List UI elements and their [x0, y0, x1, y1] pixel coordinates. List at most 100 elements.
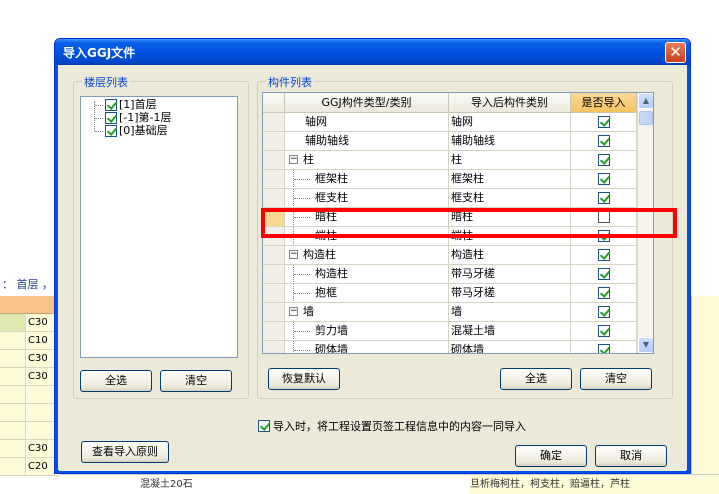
component-type-cell[interactable]: 框架柱	[285, 170, 449, 189]
component-row[interactable]: 抱框 带马牙槎	[263, 284, 637, 303]
component-type-label: 辅助轴线	[305, 134, 349, 147]
import-checkbox[interactable]	[597, 135, 610, 147]
component-type-cell[interactable]: − 构造柱	[285, 246, 449, 265]
import-cell	[571, 303, 637, 322]
component-row[interactable]: 端柱 端柱	[263, 227, 637, 246]
component-type-cell[interactable]: 构造柱	[285, 265, 449, 284]
column-header-after-import[interactable]: 导入后构件类别	[449, 93, 571, 113]
row-header[interactable]	[263, 265, 285, 284]
component-list-group: 构件列表 GGJ构件类型/类别 导入后构件类别 是否导入 轴网 轴网 辅助轴线 辅助轴…	[257, 74, 673, 399]
collapse-icon[interactable]: −	[289, 307, 298, 316]
scroll-up-button[interactable]: ▲	[638, 93, 653, 109]
scroll-down-button[interactable]: ▼	[638, 337, 653, 353]
view-import-rules-button[interactable]: 查看导入原则	[81, 441, 169, 463]
floor-item[interactable]: [0]基础层	[105, 124, 168, 138]
component-select-all-button[interactable]: 全选	[500, 368, 572, 390]
after-import-type-cell[interactable]: 辅助轴线	[449, 132, 571, 151]
import-checkbox[interactable]	[597, 249, 610, 261]
after-import-type-cell[interactable]: 柱	[449, 151, 571, 170]
after-import-type-cell[interactable]: 带马牙槎	[449, 284, 571, 303]
row-header[interactable]	[263, 246, 285, 265]
component-type-cell[interactable]: 框支柱	[285, 189, 449, 208]
row-header[interactable]	[263, 151, 285, 170]
component-row[interactable]: 轴网 轴网	[263, 113, 637, 132]
dialog-titlebar[interactable]: 导入GGJ文件 ✕	[55, 39, 690, 65]
component-type-cell[interactable]: 抱框	[285, 284, 449, 303]
after-import-type-cell[interactable]: 端柱	[449, 227, 571, 246]
component-row[interactable]: − 柱柱	[263, 151, 637, 170]
after-import-type-cell[interactable]: 混凝土墙	[449, 322, 571, 341]
component-type-cell[interactable]: 辅助轴线	[285, 132, 449, 151]
component-type-cell[interactable]: − 柱	[285, 151, 449, 170]
column-header-import[interactable]: 是否导入	[571, 93, 637, 113]
import-checkbox[interactable]	[597, 230, 610, 242]
after-import-type-cell[interactable]: 框支柱	[449, 189, 571, 208]
component-row[interactable]: 剪力墙 混凝土墙	[263, 322, 637, 341]
row-header[interactable]	[263, 208, 285, 227]
after-import-type-cell[interactable]: 框架柱	[449, 170, 571, 189]
after-import-type-cell[interactable]: 构造柱	[449, 246, 571, 265]
after-import-type-cell[interactable]: 轴网	[449, 113, 571, 132]
floor-clear-button[interactable]: 清空	[160, 370, 232, 392]
row-header[interactable]	[263, 189, 285, 208]
floor-select-all-button[interactable]: 全选	[80, 370, 152, 392]
import-checkbox[interactable]	[597, 192, 610, 204]
floor-item[interactable]: [1]首层	[105, 98, 157, 112]
close-button[interactable]: ✕	[665, 42, 686, 63]
component-row[interactable]: 构造柱 带马牙槎	[263, 265, 637, 284]
import-checkbox[interactable]	[597, 268, 610, 280]
component-type-cell[interactable]: 暗柱	[285, 208, 449, 227]
after-import-type-cell[interactable]: 暗柱	[449, 208, 571, 227]
column-header-ggj-type[interactable]: GGJ构件类型/类别	[285, 93, 449, 113]
component-row[interactable]: 砌体墙 砌体墙	[263, 341, 637, 353]
import-checkbox[interactable]	[597, 306, 610, 318]
component-row[interactable]: 框架柱 框架柱	[263, 170, 637, 189]
component-row[interactable]: − 墙墙	[263, 303, 637, 322]
floor-item-checkbox[interactable]	[105, 125, 117, 137]
component-type-cell[interactable]: 轴网	[285, 113, 449, 132]
import-project-info-option[interactable]: 导入时，将工程设置页签工程信息中的内容一同导入	[258, 418, 526, 434]
restore-default-button[interactable]: 恢复默认	[268, 368, 340, 390]
component-row[interactable]: 辅助轴线 辅助轴线	[263, 132, 637, 151]
ok-button[interactable]: 确定	[515, 445, 587, 467]
cancel-button[interactable]: 取消	[595, 445, 667, 467]
component-list-legend: 构件列表	[266, 74, 314, 90]
after-import-type-cell[interactable]: 带马牙槎	[449, 265, 571, 284]
import-project-info-checkbox[interactable]	[258, 420, 270, 432]
component-row[interactable]: 框支柱 框支柱	[263, 189, 637, 208]
import-checkbox[interactable]	[597, 287, 610, 299]
component-type-cell[interactable]: 砌体墙	[285, 341, 449, 353]
import-checkbox[interactable]	[597, 325, 610, 337]
component-type-cell[interactable]: − 墙	[285, 303, 449, 322]
component-row[interactable]: − 构造柱 构造柱	[263, 246, 637, 265]
import-checkbox[interactable]	[597, 211, 610, 223]
component-clear-button[interactable]: 清空	[580, 368, 652, 390]
collapse-icon[interactable]: −	[289, 155, 298, 164]
row-header[interactable]	[263, 341, 285, 353]
floor-item-checkbox[interactable]	[105, 112, 117, 124]
import-checkbox[interactable]	[597, 173, 610, 185]
row-header[interactable]	[263, 303, 285, 322]
row-header[interactable]	[263, 132, 285, 151]
scroll-thumb[interactable]	[639, 111, 653, 125]
collapse-icon[interactable]: −	[289, 250, 298, 259]
row-header[interactable]	[263, 322, 285, 341]
component-row[interactable]: 暗柱 暗柱	[263, 208, 637, 227]
row-header[interactable]	[263, 170, 285, 189]
import-checkbox[interactable]	[597, 154, 610, 166]
row-header[interactable]	[263, 284, 285, 303]
after-import-type-cell[interactable]: 砌体墙	[449, 341, 571, 353]
row-header[interactable]	[263, 227, 285, 246]
component-type-cell[interactable]: 剪力墙	[285, 322, 449, 341]
dialog-client-area: 楼层列表 [1]首层 [-1]第-1层 [0]基础层 全选 清空 构件列表 GGJ构…	[59, 65, 686, 471]
import-checkbox[interactable]	[597, 116, 610, 128]
import-checkbox[interactable]	[597, 344, 610, 353]
component-table-scrollbar[interactable]: ▲ ▼	[637, 93, 653, 353]
floor-item[interactable]: [-1]第-1层	[105, 111, 172, 125]
floor-tree[interactable]: [1]首层 [-1]第-1层 [0]基础层	[80, 96, 238, 358]
after-import-type-cell[interactable]: 墙	[449, 303, 571, 322]
component-type-cell[interactable]: 端柱	[285, 227, 449, 246]
row-header[interactable]	[263, 113, 285, 132]
floor-item-checkbox[interactable]	[105, 99, 117, 111]
background-grid-cell	[0, 422, 26, 439]
